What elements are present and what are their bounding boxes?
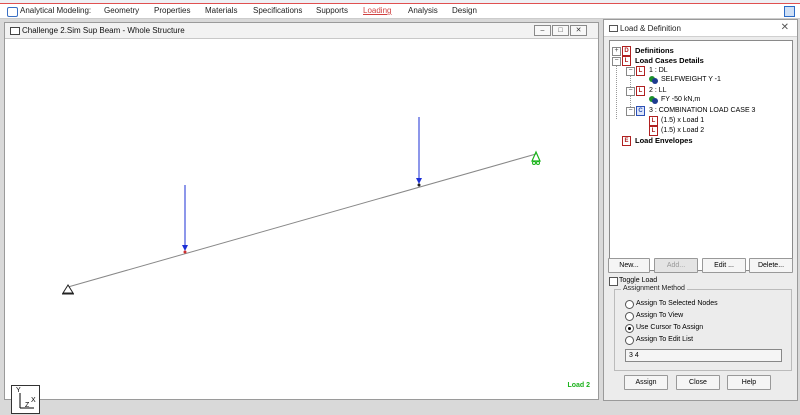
tree-envelopes[interactable]: Load Envelopes: [635, 136, 693, 145]
radio-edit-list[interactable]: [625, 336, 634, 345]
tree-definitions[interactable]: Definitions: [635, 46, 674, 55]
panel-close-icon[interactable]: ✕: [781, 22, 789, 33]
beam-drawing: [62, 117, 541, 295]
menu-bar: Analytical Modeling: Geometry Properties…: [0, 4, 800, 19]
edit-button[interactable]: Edit ...: [702, 258, 746, 273]
edit-list-input[interactable]: 3 4: [625, 349, 782, 362]
assignment-method-group: Assignment Method Assign To Selected Nod…: [614, 285, 792, 371]
tree-case2-item[interactable]: FY -50 kN,m: [661, 96, 700, 103]
tab-properties[interactable]: Properties: [154, 6, 190, 15]
collapse-case1-icon[interactable]: −: [626, 67, 635, 76]
selfweight-load-icon: [649, 76, 658, 84]
envelopes-icon: E: [622, 136, 631, 146]
tab-geometry[interactable]: Geometry: [104, 6, 139, 15]
load-label: Load 2: [567, 382, 590, 389]
option-use-cursor: Use Cursor To Assign: [636, 324, 704, 331]
load-cases-icon: L: [622, 56, 631, 66]
load-arrow-1[interactable]: [182, 185, 188, 254]
panel-titlebar: Load & Definition ✕: [604, 20, 797, 37]
tab-materials[interactable]: Materials: [205, 6, 237, 15]
axis-z-label: Z: [25, 402, 30, 409]
load-tree[interactable]: + D Definitions − L Load Cases Details −…: [609, 40, 793, 271]
structure-view-window: Challenge 2.Sim Sup Beam - Whole Structu…: [4, 22, 599, 414]
load-definition-panel: Load & Definition ✕ + D Definitions − L …: [603, 19, 798, 401]
delete-button[interactable]: Delete...: [749, 258, 793, 273]
panel-icon: [609, 25, 618, 32]
add-button[interactable]: Add...: [654, 258, 698, 273]
new-button[interactable]: New...: [608, 258, 650, 273]
tree-case2[interactable]: 2 : LL: [649, 87, 667, 94]
radio-assign-view[interactable]: [625, 312, 634, 321]
case1-icon: L: [636, 66, 645, 76]
analytical-modeling-icon: [7, 7, 18, 17]
tab-supports[interactable]: Supports: [316, 6, 348, 15]
tree-case3-item2[interactable]: (1.5) x Load 2: [661, 127, 704, 134]
assign-button[interactable]: Assign: [624, 375, 668, 390]
combination-icon: C: [636, 106, 645, 116]
roller-support-icon: [531, 150, 541, 165]
pinned-support-icon: [62, 284, 74, 295]
nodal-load-icon: [649, 96, 658, 104]
combo-item-icon: L: [649, 126, 658, 136]
tree-load-cases[interactable]: Load Cases Details: [635, 56, 704, 65]
collapse-case3-icon[interactable]: −: [626, 107, 635, 116]
option-edit-list: Assign To Edit List: [636, 336, 694, 343]
tab-loading[interactable]: Loading: [363, 6, 391, 15]
view-titlebar: Challenge 2.Sim Sup Beam - Whole Structu…: [5, 23, 598, 39]
load-arrow-2[interactable]: [416, 117, 422, 187]
tab-design[interactable]: Design: [452, 6, 477, 15]
radio-selected-nodes[interactable]: [625, 300, 634, 309]
option-selected-nodes: Assign To Selected Nodes: [636, 300, 718, 307]
beam-member[interactable]: [67, 153, 537, 288]
axis-x-label: X: [31, 397, 36, 404]
definitions-icon: D: [622, 46, 631, 56]
model-canvas[interactable]: Y X Z Load 2: [5, 39, 598, 414]
minimize-button[interactable]: –: [534, 25, 551, 36]
maximize-button[interactable]: □: [552, 25, 569, 36]
view-title: Challenge 2.Sim Sup Beam - Whole Structu…: [22, 26, 185, 35]
assignment-method-title: Assignment Method: [621, 285, 687, 292]
collapse-load-cases-icon[interactable]: −: [612, 57, 621, 66]
combo-item-icon: L: [649, 116, 658, 126]
tab-analysis[interactable]: Analysis: [408, 6, 438, 15]
tab-specifications[interactable]: Specifications: [253, 6, 302, 15]
toggle-load-label: Toggle Load: [619, 277, 658, 284]
close-button[interactable]: ✕: [570, 25, 587, 36]
case2-icon: L: [636, 86, 645, 96]
collapse-case2-icon[interactable]: −: [626, 87, 635, 96]
expand-definitions-icon[interactable]: +: [612, 47, 621, 56]
close-panel-button[interactable]: Close: [676, 375, 720, 390]
window-icon: [10, 27, 20, 35]
toggle-load-checkbox[interactable]: [609, 277, 618, 286]
menu-label: Analytical Modeling:: [20, 6, 92, 15]
radio-use-cursor[interactable]: [625, 324, 634, 333]
toggle-panel-button[interactable]: [784, 6, 795, 17]
tree-case3[interactable]: 3 : COMBINATION LOAD CASE 3: [649, 107, 755, 114]
axis-y-label: Y: [16, 387, 21, 394]
tree-case3-item1[interactable]: (1.5) x Load 1: [661, 117, 704, 124]
tree-case1[interactable]: 1 : DL: [649, 67, 668, 74]
option-assign-view: Assign To View: [636, 312, 684, 319]
help-button[interactable]: Help: [727, 375, 771, 390]
axis-triad: Y X Z: [11, 385, 40, 414]
panel-title: Load & Definition: [620, 24, 681, 33]
tree-guide: [616, 57, 617, 119]
tree-case1-item[interactable]: SELFWEIGHT Y -1: [661, 76, 721, 83]
